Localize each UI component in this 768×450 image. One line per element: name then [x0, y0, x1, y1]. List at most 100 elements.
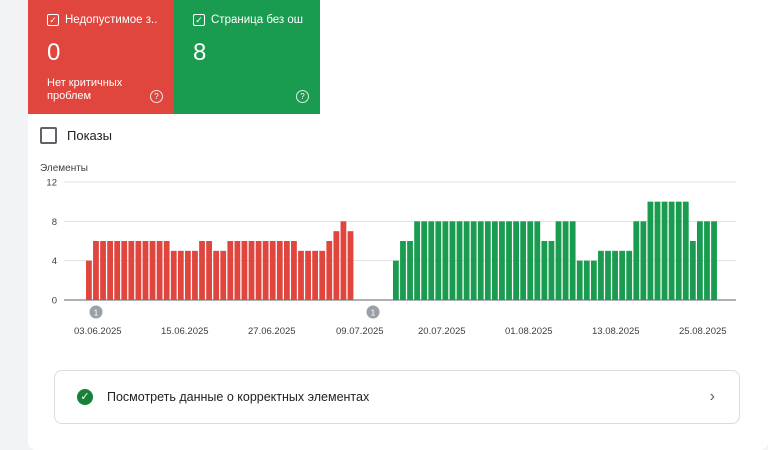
invalid-tile-label: Недопустимое з...: [65, 14, 158, 26]
y-tick-label: 8: [52, 217, 57, 228]
checkbox-unchecked-icon[interactable]: [40, 127, 57, 144]
bar: [400, 241, 406, 300]
bar: [583, 260, 590, 300]
bar: [484, 221, 491, 300]
bar: [633, 221, 640, 300]
bar: [135, 241, 142, 300]
bar: [333, 231, 340, 300]
bar: [269, 241, 276, 300]
bar: [562, 221, 569, 300]
bar: [347, 231, 354, 300]
bar: [520, 221, 527, 300]
x-tick-label: 20.07.2025: [418, 326, 466, 337]
bar: [513, 221, 519, 300]
bar: [697, 221, 703, 300]
bar: [414, 221, 421, 300]
bar: [142, 241, 149, 300]
impressions-label: Показы: [67, 128, 112, 143]
bar: [283, 241, 290, 300]
bar: [340, 221, 347, 300]
bar: [227, 241, 234, 300]
y-tick-label: 0: [52, 296, 57, 307]
bar: [689, 241, 696, 300]
bar: [305, 250, 311, 300]
invalid-count: 0: [47, 39, 61, 66]
bar: [619, 250, 626, 300]
bar: [319, 250, 326, 300]
bar: [428, 221, 435, 300]
annotation-label: 1: [371, 308, 376, 318]
bar: [491, 221, 498, 300]
valid-tile-header: ✓ Страница без ош...: [193, 14, 304, 26]
bar: [675, 201, 682, 300]
bar: [548, 241, 555, 300]
invalid-subtitle: Нет критичных проблем: [47, 77, 123, 102]
bar: [255, 241, 262, 300]
bar: [163, 241, 170, 300]
bar: [704, 221, 710, 300]
bar: [576, 260, 583, 300]
bar: [506, 221, 512, 300]
bar: [435, 221, 442, 300]
bar: [555, 221, 562, 300]
chevron-right-icon: ›: [709, 388, 715, 405]
x-tick-label: 25.08.2025: [679, 326, 727, 337]
bar: [393, 260, 399, 300]
bar: [213, 250, 220, 300]
x-tick-label: 03.06.2025: [74, 326, 122, 337]
bar: [241, 241, 248, 300]
bar: [534, 221, 541, 300]
items-bar-chart: 0 4 8 12 1 1 03.06.2025 15.06.2025 27.06.2025 09.…: [46, 178, 736, 337]
bar: [477, 221, 484, 300]
bar: [312, 250, 319, 300]
x-tick-label: 09.07.2025: [336, 326, 384, 337]
y-tick-label: 12: [46, 178, 57, 189]
bar: [248, 241, 255, 300]
checkbox-checked-icon[interactable]: ✓: [193, 14, 205, 26]
bar: [590, 260, 597, 300]
bar: [612, 250, 618, 300]
bar: [192, 250, 198, 300]
y-tick-label: 4: [52, 256, 57, 267]
bar: [100, 241, 106, 300]
bar: [206, 241, 212, 300]
bar: [640, 221, 647, 300]
valid-tile[interactable]: ✓ Страница без ош... 8 ?: [174, 0, 320, 114]
x-tick-label: 01.08.2025: [505, 326, 553, 337]
bar: [184, 250, 191, 300]
bar: [442, 221, 449, 300]
bar: [668, 201, 675, 300]
bar: [107, 241, 114, 300]
bar: [407, 241, 413, 300]
invalid-tile[interactable]: ✓ Недопустимое з... 0 Нет критичных проб…: [28, 0, 174, 114]
bar: [156, 241, 163, 300]
bar: [470, 221, 477, 300]
impressions-toggle[interactable]: Показы: [40, 127, 112, 144]
bar: [298, 250, 304, 300]
x-tick-label: 13.08.2025: [592, 326, 640, 337]
check-circle-icon: ✓: [77, 389, 93, 405]
help-icon[interactable]: ?: [296, 90, 309, 103]
bar: [199, 241, 205, 300]
bar: [682, 201, 689, 300]
annotation-label: 1: [94, 308, 99, 318]
bar: [463, 221, 470, 300]
bar: [605, 250, 611, 300]
bar: [326, 241, 333, 300]
bar: [499, 221, 505, 300]
bar: [647, 201, 654, 300]
bar: [128, 241, 135, 300]
help-icon[interactable]: ?: [150, 90, 163, 103]
bar: [93, 241, 99, 300]
valid-count: 8: [193, 39, 207, 66]
bar: [149, 241, 156, 300]
x-tick-label: 15.06.2025: [161, 326, 209, 337]
bar: [291, 241, 297, 300]
status-card: ✓ Недопустимое з... 0 Нет критичных проб…: [28, 0, 768, 450]
bar: [421, 221, 428, 300]
invalid-tile-header: ✓ Недопустимое з...: [47, 14, 158, 26]
bar: [276, 241, 283, 300]
view-valid-items-row[interactable]: ✓ Посмотреть данные о корректных элемент…: [54, 370, 740, 424]
bar: [527, 221, 534, 300]
checkbox-checked-icon[interactable]: ✓: [47, 14, 59, 26]
